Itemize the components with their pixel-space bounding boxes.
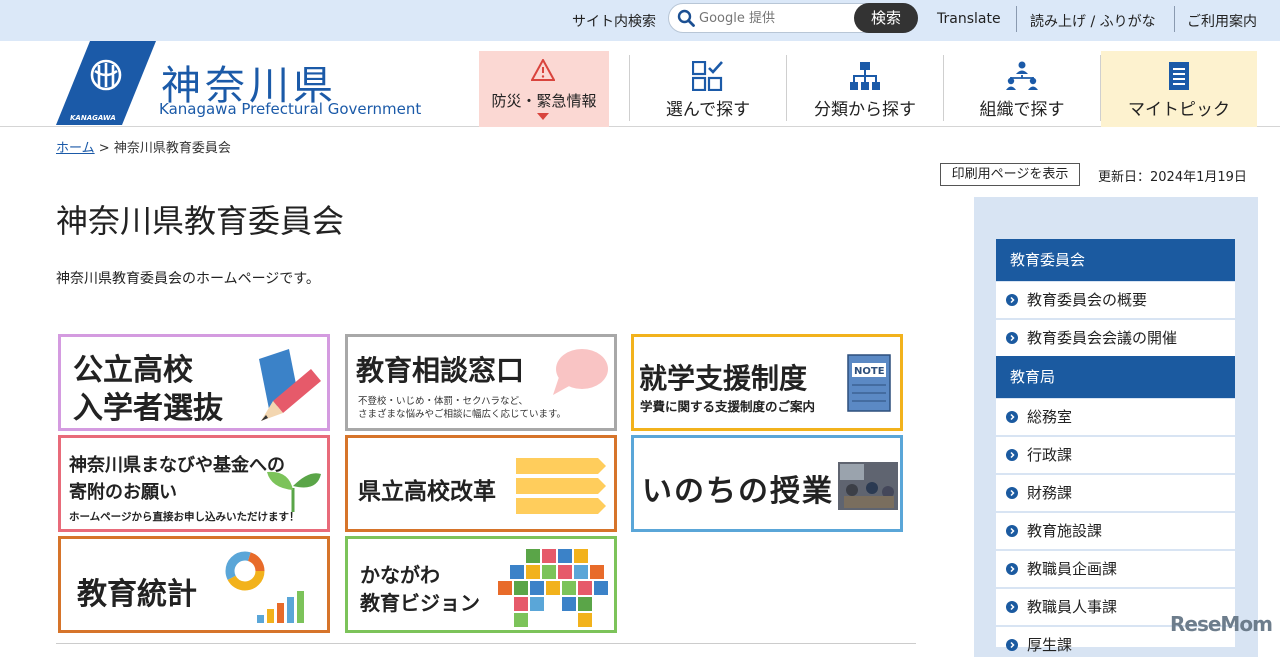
organization-icon — [1006, 61, 1038, 90]
breadcrumb-separator: > — [98, 141, 110, 156]
sprout-icon — [267, 471, 321, 512]
sidebar-item-label: 行政課 — [1027, 446, 1073, 464]
banner-education-statistics[interactable]: 教育統計 — [58, 536, 330, 633]
sidebar-item[interactable]: 教育委員会会議の開催 — [996, 320, 1235, 356]
disaster-label: 防災・緊急情報 — [491, 92, 597, 110]
warning-icon — [531, 59, 555, 81]
updated-date: 更新日：2024年1月19日 — [1098, 170, 1247, 185]
notebook-icon: NOTE — [847, 354, 891, 412]
banner-line: 寄附のお願い — [69, 482, 177, 503]
sidebar-item[interactable]: 教育委員会の概要 — [996, 282, 1235, 318]
chevron-down-icon — [537, 113, 549, 120]
sidebar-item[interactable]: 行政課 — [996, 437, 1235, 473]
chevron-right-icon — [1006, 449, 1018, 461]
banner-school-support[interactable]: 就学支援制度 学費に関する支援制度のご案内 NOTE — [631, 334, 903, 431]
chevron-right-icon — [1006, 639, 1018, 651]
chevron-right-icon — [1006, 411, 1018, 423]
nav-label: 組織で探す — [979, 100, 1065, 120]
note-label: NOTE — [854, 366, 885, 377]
chevron-right-icon — [1006, 563, 1018, 575]
kanagawa-emblem-icon[interactable]: KANAGAWA — [56, 41, 156, 125]
sidebar-item-label: 財務課 — [1027, 484, 1073, 502]
sidebar-item[interactable]: 教育施設課 — [996, 513, 1235, 549]
nav-my-topic[interactable]: マイトピック — [1101, 51, 1257, 127]
arrows-icon — [516, 458, 606, 514]
sidebar-heading-board[interactable]: 教育委員会 — [996, 239, 1235, 281]
resemom-watermark: ReseMom — [1170, 612, 1273, 636]
site-search-label: サイト内検索 — [572, 14, 656, 30]
search-icon — [677, 9, 695, 27]
nav-category-search[interactable]: 分類から探す — [787, 51, 943, 127]
breadcrumb: ホーム > 神奈川県教育委員会 — [56, 137, 231, 156]
sidebar-item-label: 教育委員会の概要 — [1027, 291, 1148, 309]
sidebar-item-label: 厚生課 — [1027, 636, 1073, 654]
divider — [56, 643, 916, 644]
utility-bar: サイト内検索 検索 Translate 読み上げ / ふりがな ご利用案内 — [0, 0, 1280, 41]
chevron-right-icon — [1006, 487, 1018, 499]
sidebar-item[interactable]: 教職員企画課 — [996, 551, 1235, 587]
banner-education-vision[interactable]: かながわ 教育ビジョン — [345, 536, 617, 633]
nav-choose-search[interactable]: 選んで探す — [630, 51, 786, 127]
disaster-info-button[interactable]: 防災・緊急情報 — [479, 51, 609, 127]
sidebar-item-label: 総務室 — [1027, 408, 1073, 426]
site-header: KANAGAWA 神奈川県 Kanagawa Prefectural Gover… — [0, 41, 1280, 127]
banner-sub: 不登校・いじめ・体罰・セクハラなど、 — [358, 396, 529, 407]
banner-title: 就学支援制度 — [639, 362, 808, 395]
banner-sub: 学費に関する支援制度のご案内 — [640, 399, 816, 414]
nav-label: 選んで探す — [665, 100, 751, 120]
hierarchy-icon — [850, 62, 880, 90]
sidebar-item[interactable]: 財務課 — [996, 475, 1235, 511]
chevron-right-icon — [1006, 525, 1018, 537]
sidebar-item-label: 教育委員会会議の開催 — [1027, 329, 1178, 347]
nav-label: 分類から探す — [814, 100, 916, 120]
page-title: 神奈川県教育委員会 — [56, 202, 345, 240]
breadcrumb-current: 神奈川県教育委員会 — [113, 141, 231, 156]
sidebar-item-label: 教職員企画課 — [1027, 560, 1118, 578]
banner-high-school-reform[interactable]: 県立高校改革 — [345, 435, 617, 532]
banner-title: 県立高校改革 — [358, 479, 496, 505]
logo-subtitle: Kanagawa Prefectural Government — [159, 100, 422, 118]
sidebar-item-label: 教育施設課 — [1027, 522, 1103, 540]
search-box: 検索 — [668, 3, 918, 33]
chevron-right-icon — [1006, 294, 1018, 306]
banner-line: 入学者選抜 — [73, 391, 223, 426]
banner-line: かながわ — [360, 563, 440, 587]
translate-link[interactable]: Translate — [937, 11, 1001, 27]
chevron-right-icon — [1006, 601, 1018, 613]
banner-admission[interactable]: 公立高校 入学者選抜 — [58, 334, 330, 431]
search-button[interactable]: 検索 — [854, 3, 918, 33]
banner-sub: さまざまな悩みやご相談に幅広く応じています。 — [358, 409, 567, 420]
breadcrumb-home-link[interactable]: ホーム — [56, 141, 95, 156]
sidebar-item-label: 教職員人事課 — [1027, 598, 1118, 616]
pencil-icon — [259, 349, 321, 421]
read-aloud-link[interactable]: 読み上げ / ふりがな — [1030, 11, 1156, 31]
banner-life-lesson[interactable]: いのちの授業 — [631, 435, 903, 532]
banner-title: いのちの授業 — [642, 474, 834, 509]
banner-title: 教育統計 — [77, 577, 197, 612]
nav-label: マイトピック — [1128, 100, 1230, 120]
banner-consultation[interactable]: 教育相談窓口 不登校・いじめ・体罰・セクハラなど、 さまざまな悩みやご相談に幅広… — [345, 334, 617, 431]
banner-line: 神奈川県まなびや基金への — [69, 455, 285, 476]
print-page-button[interactable]: 印刷用ページを表示 — [940, 163, 1080, 186]
intro-text: 神奈川県教育委員会のホームページです。 — [56, 271, 320, 287]
checklist-icon — [692, 61, 723, 91]
banner-line: 教育ビジョン — [360, 591, 480, 615]
puzzle-mosaic-icon — [498, 549, 608, 627]
banner-fund[interactable]: 神奈川県まなびや基金への 寄附のお願い ホームページから直接お申し込みいただけま… — [58, 435, 330, 532]
sidebar-item[interactable]: 総務室 — [996, 399, 1235, 435]
classroom-photo-icon — [838, 462, 898, 510]
divider — [1174, 6, 1175, 32]
document-icon — [1169, 62, 1189, 90]
search-input[interactable] — [699, 8, 849, 28]
speech-bubble-icon — [553, 349, 608, 395]
sidebar-heading-bureau[interactable]: 教育局 — [996, 356, 1235, 398]
statistics-chart-icon — [225, 551, 304, 623]
nav-organization-search[interactable]: 組織で探す — [944, 51, 1100, 127]
guide-link[interactable]: ご利用案内 — [1187, 11, 1257, 31]
divider — [1016, 6, 1017, 32]
emblem-text: KANAGAWA — [70, 114, 116, 122]
banner-title: 教育相談窓口 — [356, 354, 525, 387]
chevron-right-icon — [1006, 332, 1018, 344]
